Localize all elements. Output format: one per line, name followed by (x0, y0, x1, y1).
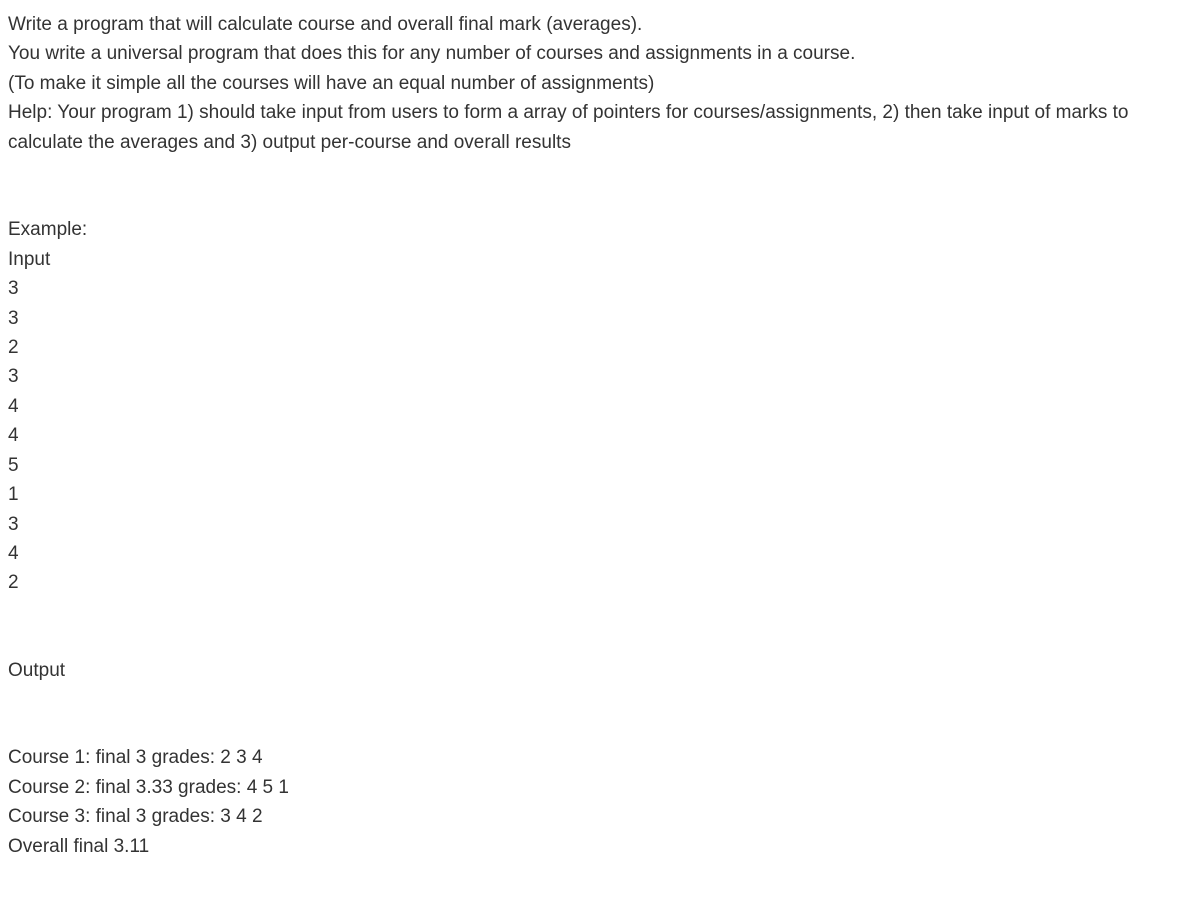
input-value: 4 (8, 392, 1192, 421)
input-value: 4 (8, 421, 1192, 450)
problem-statement: Write a program that will calculate cour… (8, 10, 1192, 861)
input-value: 5 (8, 451, 1192, 480)
input-value: 4 (8, 539, 1192, 568)
intro-line-1: Write a program that will calculate cour… (8, 10, 1192, 39)
output-line: Course 2: final 3.33 grades: 4 5 1 (8, 773, 1192, 802)
output-line: Course 3: final 3 grades: 3 4 2 (8, 802, 1192, 831)
output-label: Output (8, 656, 1192, 685)
input-label: Input (8, 245, 1192, 274)
intro-line-2: You write a universal program that does … (8, 39, 1192, 68)
intro-line-3: (To make it simple all the courses will … (8, 69, 1192, 98)
input-value: 2 (8, 333, 1192, 362)
output-line: Course 1: final 3 grades: 2 3 4 (8, 743, 1192, 772)
example-section: Example: Input 3 3 2 3 4 4 5 1 3 4 2 Out… (8, 215, 1192, 861)
intro-line-4: Help: Your program 1) should take input … (8, 98, 1192, 157)
input-value: 3 (8, 304, 1192, 333)
input-value: 2 (8, 568, 1192, 597)
input-value: 1 (8, 480, 1192, 509)
example-heading: Example: (8, 215, 1192, 244)
input-value: 3 (8, 274, 1192, 303)
input-value: 3 (8, 510, 1192, 539)
input-value: 3 (8, 362, 1192, 391)
output-line: Overall final 3.11 (8, 832, 1192, 861)
